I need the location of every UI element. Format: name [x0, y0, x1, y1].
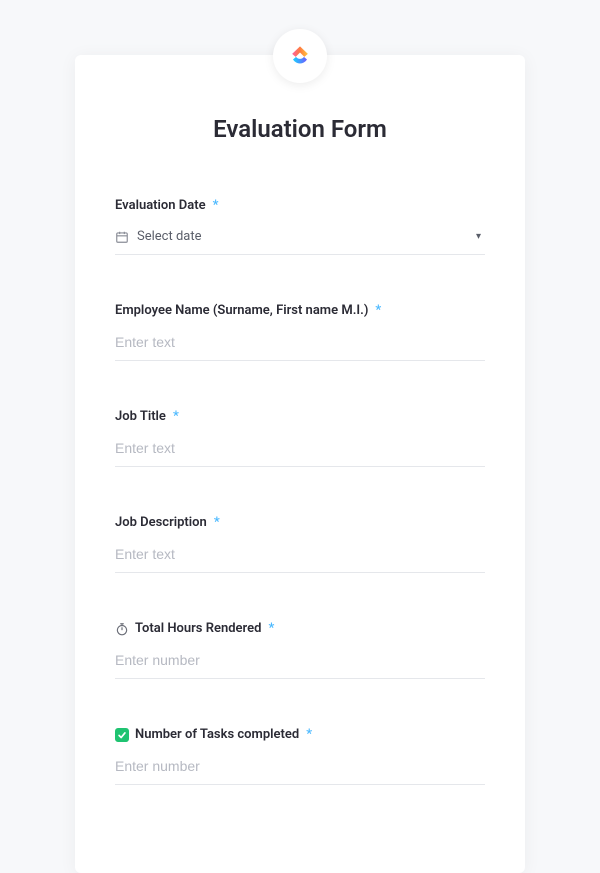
required-marker: * — [214, 515, 220, 530]
field-job-description: Job Description * — [115, 515, 485, 573]
date-input[interactable]: Select date ▾ — [115, 223, 485, 255]
form-title: Evaluation Form — [115, 115, 485, 143]
label-text: Evaluation Date — [115, 198, 206, 213]
calendar-icon — [115, 230, 129, 244]
chevron-down-icon: ▾ — [476, 231, 485, 242]
label-text: Total Hours Rendered — [135, 621, 261, 636]
job-description-input[interactable] — [115, 546, 485, 562]
required-marker: * — [268, 621, 274, 636]
field-tasks-completed: Number of Tasks completed * — [115, 727, 485, 785]
label-total-hours: Total Hours Rendered * — [115, 621, 485, 636]
checkbox-icon — [115, 728, 129, 742]
job-title-input[interactable] — [115, 440, 485, 456]
field-total-hours: Total Hours Rendered * — [115, 621, 485, 679]
input-wrapper — [115, 328, 485, 361]
brand-logo — [273, 29, 327, 83]
date-placeholder: Select date — [137, 229, 468, 244]
required-marker: * — [173, 409, 179, 424]
form-card: Evaluation Form Evaluation Date * Select … — [75, 55, 525, 873]
label-text: Job Title — [115, 409, 166, 424]
clickup-icon — [286, 42, 314, 70]
input-wrapper — [115, 434, 485, 467]
input-wrapper — [115, 540, 485, 573]
label-job-title: Job Title * — [115, 409, 485, 424]
label-tasks-completed: Number of Tasks completed * — [115, 727, 485, 742]
label-evaluation-date: Evaluation Date * — [115, 198, 485, 213]
tasks-completed-input[interactable] — [115, 758, 485, 774]
required-marker: * — [306, 727, 312, 742]
employee-name-input[interactable] — [115, 334, 485, 350]
label-job-description: Job Description * — [115, 515, 485, 530]
stopwatch-icon — [115, 622, 129, 636]
label-text: Number of Tasks completed — [135, 727, 299, 742]
total-hours-input[interactable] — [115, 652, 485, 668]
input-wrapper — [115, 752, 485, 785]
input-wrapper — [115, 646, 485, 679]
label-employee-name: Employee Name (Surname, First name M.I.)… — [115, 303, 485, 318]
label-text: Employee Name (Surname, First name M.I.) — [115, 303, 368, 318]
required-marker: * — [375, 303, 381, 318]
field-evaluation-date: Evaluation Date * Select date ▾ — [115, 198, 485, 255]
field-job-title: Job Title * — [115, 409, 485, 467]
label-text: Job Description — [115, 515, 207, 530]
required-marker: * — [213, 198, 219, 213]
field-employee-name: Employee Name (Surname, First name M.I.)… — [115, 303, 485, 361]
